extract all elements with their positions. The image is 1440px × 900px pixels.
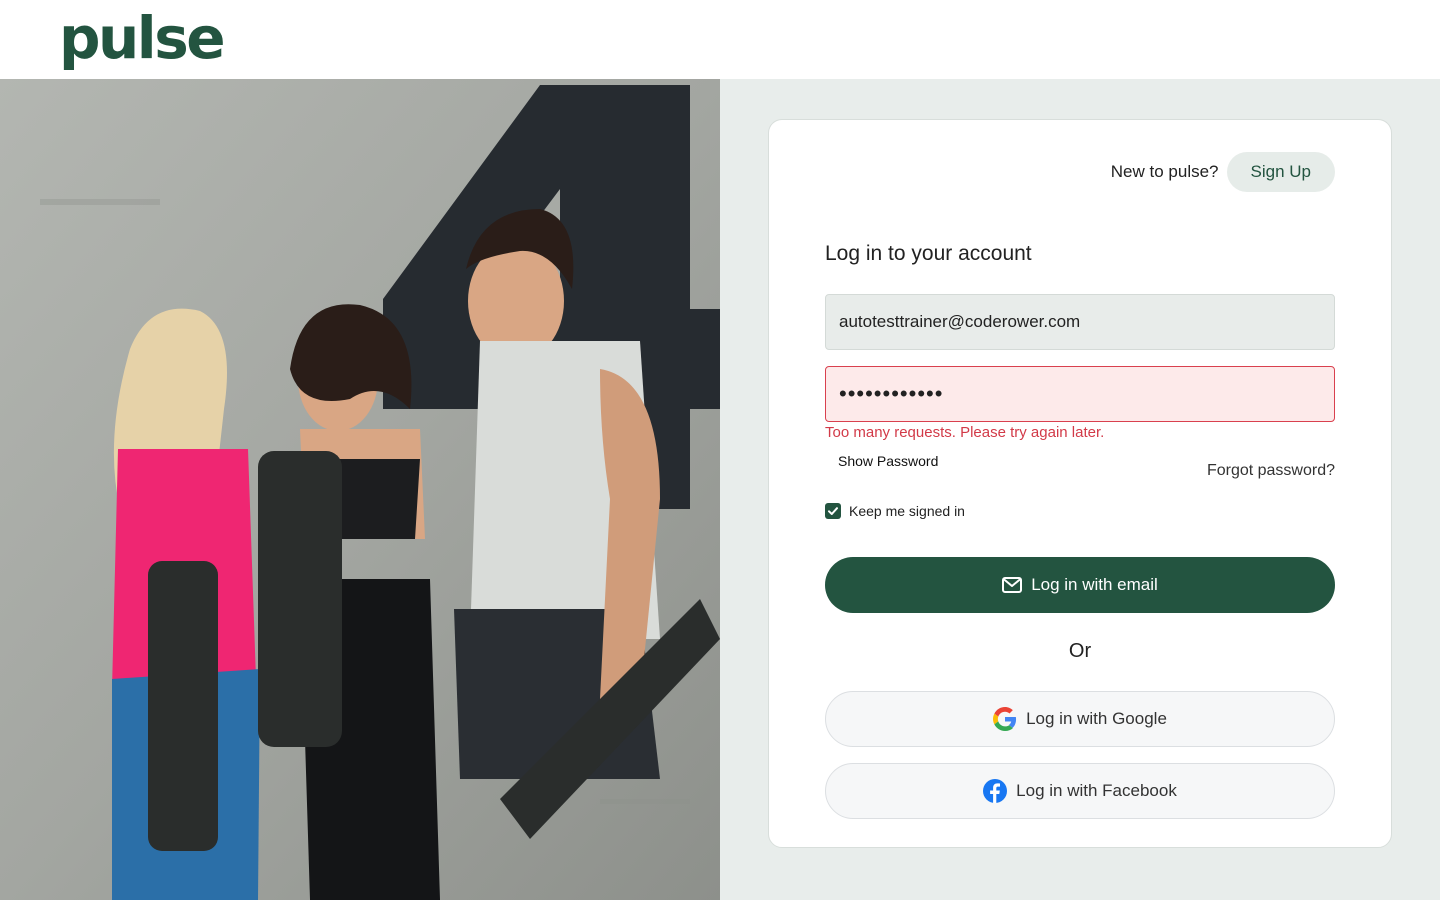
login-heading: Log in to your account (825, 242, 1032, 265)
signup-row: New to pulse? Sign Up (1111, 152, 1335, 192)
keep-signed-in-checkbox[interactable] (825, 503, 841, 519)
new-to-pulse-text: New to pulse? (1110, 162, 1219, 181)
fitness-group-photo (0, 79, 720, 900)
checkmark-icon (828, 507, 838, 515)
sign-up-button[interactable]: Sign Up (1226, 152, 1335, 192)
log-in-with-email-label: Log in with email (1031, 575, 1158, 594)
top-bar: pulse (0, 0, 1440, 79)
log-in-with-email-button[interactable]: Log in with email (825, 557, 1335, 613)
log-in-with-facebook-button[interactable]: Log in with Facebook (825, 763, 1335, 819)
google-icon (993, 707, 1017, 731)
log-in-with-facebook-label: Log in with Facebook (1016, 781, 1177, 800)
log-in-with-google-button[interactable]: Log in with Google (825, 691, 1335, 747)
hero-image (0, 79, 720, 900)
error-message: Too many requests. Please try again late… (825, 424, 1105, 441)
mail-icon (1002, 577, 1023, 593)
login-card: New to pulse? Sign Up Log in to your acc… (768, 119, 1392, 848)
show-password-toggle[interactable]: Show Password (838, 453, 938, 469)
email-field[interactable]: autotesttrainer@coderower.com (825, 294, 1335, 350)
keep-signed-in-label: Keep me signed in (849, 503, 965, 519)
facebook-icon (983, 779, 1008, 803)
password-field[interactable]: •••••••••••• (825, 366, 1335, 422)
forgot-password-link[interactable]: Forgot password? (1207, 462, 1335, 480)
or-divider: Or (1068, 640, 1092, 662)
pulse-logo[interactable]: pulse (59, 2, 226, 74)
log-in-with-google-label: Log in with Google (1026, 709, 1167, 728)
keep-signed-in-row[interactable]: Keep me signed in (825, 503, 965, 519)
